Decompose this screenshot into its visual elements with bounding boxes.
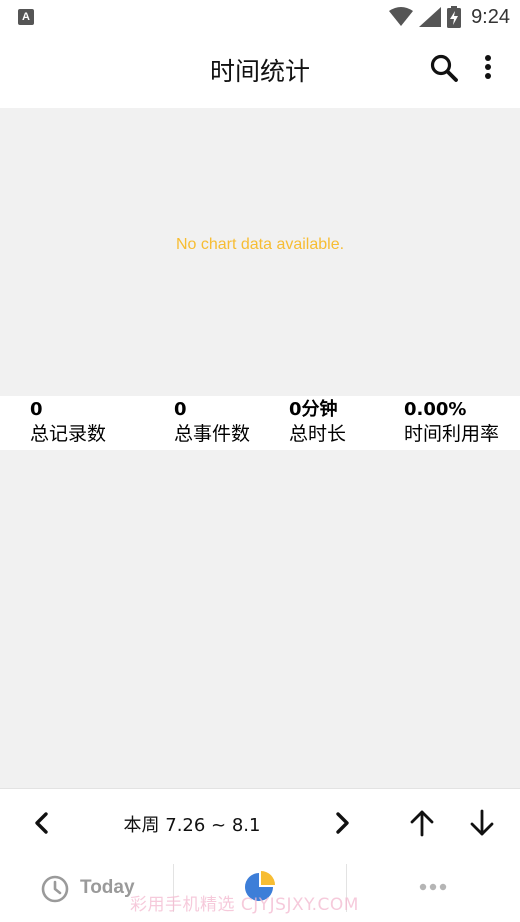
scroll-up-button[interactable] bbox=[406, 807, 438, 839]
stats-summary: 0 总记录数 0 总事件数 0分钟 总时长 0.00% 时间利用率 bbox=[0, 396, 520, 450]
wifi-icon bbox=[389, 7, 414, 26]
more-horiz-icon bbox=[419, 883, 447, 891]
watermark: 彩用手机精选 CJYJSJXY.COM bbox=[130, 895, 359, 915]
chevron-right-icon bbox=[336, 812, 349, 834]
clock-icon bbox=[41, 875, 69, 903]
records-area bbox=[0, 450, 520, 788]
tab-today-label: Today bbox=[80, 877, 135, 898]
stat-value: 0 bbox=[174, 399, 187, 420]
tab-more[interactable] bbox=[347, 854, 520, 922]
stat-total-duration: 0分钟 总时长 bbox=[289, 399, 346, 447]
stat-time-utilization: 0.00% 时间利用率 bbox=[404, 399, 499, 447]
arrow-up-icon bbox=[410, 810, 434, 837]
stat-value: 0分钟 bbox=[289, 399, 338, 420]
stat-value: 0.00% bbox=[404, 399, 467, 420]
week-range-label[interactable]: 本周 7.26 ~ 8.1 bbox=[100, 811, 284, 837]
stat-label: 时间利用率 bbox=[404, 423, 500, 445]
app-bar: 时间统计 bbox=[0, 34, 520, 100]
no-chart-data-message: No chart data available. bbox=[175, 236, 345, 253]
stat-label: 总时长 bbox=[289, 423, 347, 445]
arrow-down-icon bbox=[470, 809, 494, 836]
more-vert-icon bbox=[485, 55, 491, 79]
stat-label: 总记录数 bbox=[30, 423, 107, 445]
status-indicators: 9:24 bbox=[389, 5, 510, 29]
stat-label: 总事件数 bbox=[174, 423, 251, 445]
more-options-button[interactable] bbox=[476, 52, 500, 84]
battery-icon bbox=[447, 6, 462, 28]
stat-total-records: 0 总记录数 bbox=[30, 399, 106, 447]
chart-area: No chart data available. bbox=[0, 108, 520, 396]
search-icon bbox=[430, 54, 458, 82]
signal-icon bbox=[419, 7, 442, 27]
search-button[interactable] bbox=[428, 52, 460, 84]
next-week-button[interactable] bbox=[326, 807, 358, 839]
stat-value: 0 bbox=[30, 399, 43, 420]
previous-week-button[interactable] bbox=[26, 807, 58, 839]
scroll-down-button[interactable] bbox=[466, 807, 498, 839]
chevron-left-icon bbox=[35, 812, 48, 834]
app-notification-icon: A bbox=[18, 9, 34, 25]
stat-total-events: 0 总事件数 bbox=[174, 399, 250, 447]
week-navigation: 本周 7.26 ~ 8.1 bbox=[0, 788, 520, 855]
status-time: 9:24 bbox=[471, 5, 510, 28]
status-bar: A 9:24 bbox=[0, 0, 520, 34]
